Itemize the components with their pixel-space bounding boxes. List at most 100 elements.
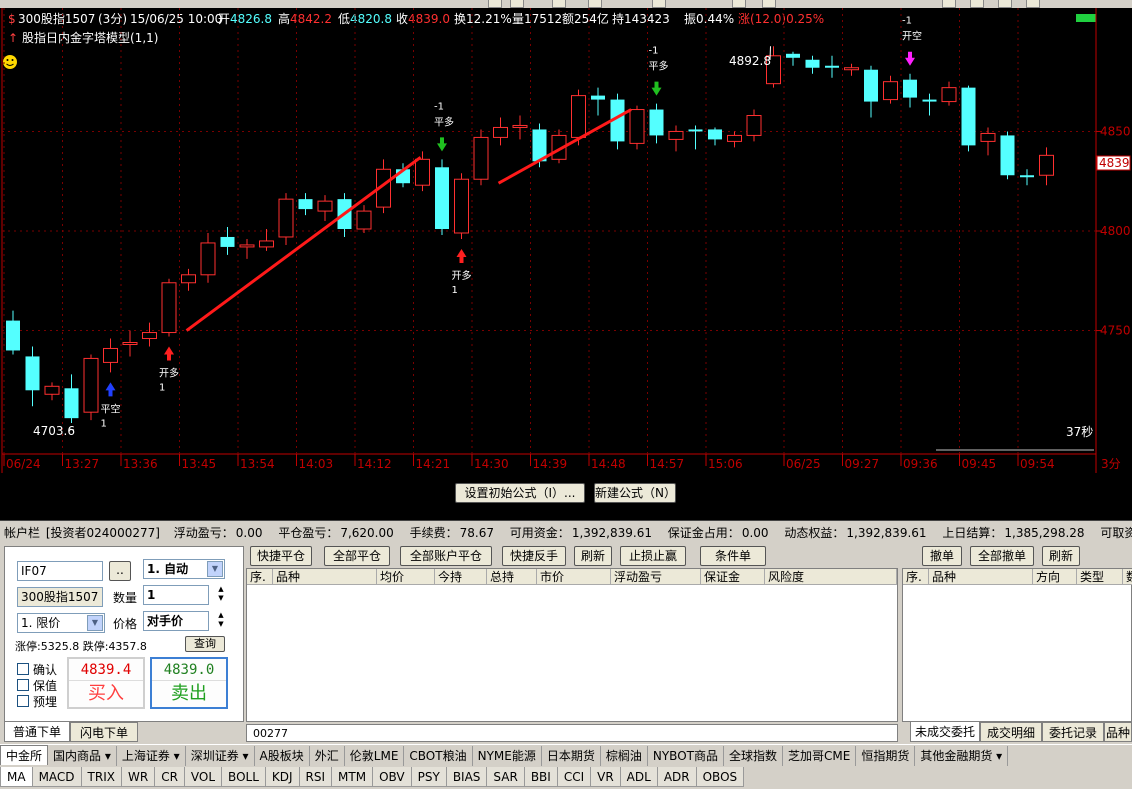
col-header[interactable]: 品种 (273, 569, 377, 585)
market-tab[interactable]: 上海证券 ▾ (117, 746, 186, 766)
indicator-tab[interactable]: BOLL (221, 767, 266, 787)
positions-table[interactable]: 序. 品种 均价 今持 总持 市价 浮动盈亏 保证金 风险度 (246, 568, 898, 722)
refresh-positions-button[interactable]: 刷新 (574, 546, 612, 566)
indicator-tab[interactable]: KDJ (264, 767, 300, 787)
col-header[interactable]: 浮动盈亏 (611, 569, 701, 585)
tab-trade-details[interactable]: 成交明细 (980, 722, 1042, 742)
indicator-tab[interactable]: ADR (656, 767, 697, 787)
close-all-accounts-button[interactable]: 全部账户平仓 (400, 546, 492, 566)
hedge-checkbox[interactable] (17, 679, 29, 691)
indicator-tab[interactable]: MA (0, 767, 33, 787)
preset-checkbox[interactable] (17, 695, 29, 707)
orders-table[interactable]: 序. 品种 方向 类型 数 (902, 568, 1132, 722)
indicator-tab[interactable]: SAR (486, 767, 525, 787)
col-header[interactable]: 均价 (377, 569, 435, 585)
col-header[interactable]: 序. (247, 569, 273, 585)
indicator-tab[interactable]: MTM (331, 767, 374, 787)
sell-button[interactable]: 4839.0 卖出 (150, 657, 228, 709)
toolbar-button[interactable] (762, 0, 776, 8)
indicator-tab[interactable]: WR (120, 767, 156, 787)
indicator-tab[interactable]: VOL (183, 767, 223, 787)
col-header[interactable]: 数 (1123, 569, 1132, 585)
contract-code-input[interactable]: IF07 (17, 561, 103, 581)
toolbar-button[interactable] (970, 0, 984, 8)
price-type-select[interactable]: 1. 限价 ▼ (17, 613, 105, 633)
conditional-order-button[interactable]: 条件单 (700, 546, 766, 566)
col-header[interactable]: 总持 (487, 569, 537, 585)
market-tab[interactable]: CBOT粮油 (404, 746, 473, 766)
col-header[interactable]: 今持 (435, 569, 487, 585)
tab-products[interactable]: 品种 (1104, 722, 1132, 742)
query-button[interactable]: 查询 (185, 636, 225, 652)
buy-button[interactable]: 4839.4 买入 (67, 657, 145, 709)
tab-normal-order[interactable]: 普通下单 (4, 722, 70, 742)
indicator-tab[interactable]: RSI (298, 767, 333, 787)
indicator-tab[interactable]: ADL (619, 767, 658, 787)
toolbar-button[interactable] (552, 0, 566, 8)
indicator-tab[interactable]: VR (590, 767, 621, 787)
col-header[interactable]: 风险度 (765, 569, 897, 585)
indicator-tab[interactable]: PSY (410, 767, 447, 787)
tab-pending-orders[interactable]: 未成交委托 (910, 722, 980, 742)
toolbar-button[interactable] (510, 0, 524, 8)
toolbar-button[interactable] (1026, 0, 1040, 8)
indicator-tab[interactable]: CR (154, 767, 185, 787)
market-tab[interactable]: 伦敦LME (345, 746, 405, 766)
qty-stepper[interactable]: ▲ ▼ (215, 585, 227, 603)
indicator-tab[interactable]: TRIX (80, 767, 122, 787)
cancel-order-button[interactable]: 撤单 (922, 546, 962, 566)
toolbar-button[interactable] (942, 0, 956, 8)
smiley-icon[interactable] (3, 55, 17, 69)
market-tab[interactable]: 中金所 (0, 745, 49, 765)
stop-loss-button[interactable]: 止损止赢 (620, 546, 686, 566)
toolbar-button[interactable] (732, 0, 746, 8)
qty-input[interactable]: 1 (143, 585, 209, 605)
confirm-checkbox[interactable] (17, 663, 29, 675)
col-header[interactable]: 保证金 (701, 569, 765, 585)
price-input[interactable]: 对手价 (143, 611, 209, 631)
candlestick-chart[interactable]: $ 300股指1507 (3分) 15/06/25 10:00 开 4826.8… (0, 8, 1132, 473)
quick-reverse-button[interactable]: 快捷反手 (502, 546, 566, 566)
quick-close-button[interactable]: 快捷平仓 (250, 546, 312, 566)
indicator-tab[interactable]: BIAS (445, 767, 488, 787)
tab-order-records[interactable]: 委托记录 (1042, 722, 1104, 742)
market-tab[interactable]: 芝加哥CME (783, 746, 857, 766)
col-header[interactable]: 方向 (1033, 569, 1077, 585)
market-tab[interactable]: A股板块 (255, 746, 310, 766)
market-tab[interactable]: 全球指数 (724, 746, 783, 766)
market-tab[interactable]: NYBOT商品 (648, 746, 724, 766)
market-tab[interactable]: 其他金融期货 ▾ (915, 746, 1009, 766)
indicator-tab[interactable]: OBOS (695, 767, 745, 787)
candlestick-chart-panel[interactable]: $ 300股指1507 (3分) 15/06/25 10:00 开 4826.8… (0, 8, 1132, 473)
market-tab[interactable]: 外汇 (310, 746, 345, 766)
browse-button[interactable]: .. (109, 561, 131, 581)
col-header[interactable]: 市价 (537, 569, 611, 585)
toolbar-button[interactable] (488, 0, 502, 8)
col-header[interactable]: 类型 (1077, 569, 1123, 585)
indicator-tab[interactable]: OBV (372, 767, 412, 787)
market-tab[interactable]: 深圳证券 ▾ (186, 746, 255, 766)
set-initial-formula-button[interactable]: 设置初始公式（I）... (455, 483, 585, 503)
toolbar-button[interactable] (998, 0, 1012, 8)
price-stepper[interactable]: ▲ ▼ (215, 611, 227, 629)
chevron-down-icon[interactable]: ▼ (87, 615, 103, 631)
mode-select[interactable]: 1. 自动 ▼ (143, 559, 225, 579)
market-tab[interactable]: 棕榈油 (601, 746, 648, 766)
new-formula-button[interactable]: 新建公式（N） (594, 483, 676, 503)
indicator-tab[interactable]: CCI (556, 767, 592, 787)
col-header[interactable]: 序. (903, 569, 929, 585)
market-tab[interactable]: NYME能源 (473, 746, 542, 766)
refresh-orders-button[interactable]: 刷新 (1042, 546, 1080, 566)
col-header[interactable]: 品种 (929, 569, 1033, 585)
tab-flash-order[interactable]: 闪电下单 (70, 722, 138, 742)
market-tab[interactable]: 国内商品 ▾ (48, 746, 117, 766)
chevron-down-icon[interactable]: ▼ (207, 561, 223, 577)
market-tab[interactable]: 恒指期货 (856, 746, 916, 766)
cancel-all-button[interactable]: 全部撤单 (970, 546, 1034, 566)
market-tab[interactable]: 日本期货 (542, 746, 601, 766)
close-all-button[interactable]: 全部平仓 (324, 546, 390, 566)
toolbar-button[interactable] (588, 0, 602, 8)
indicator-tab[interactable]: BBI (523, 767, 558, 787)
indicator-tab[interactable]: MACD (31, 767, 82, 787)
toolbar-button[interactable] (652, 0, 666, 8)
